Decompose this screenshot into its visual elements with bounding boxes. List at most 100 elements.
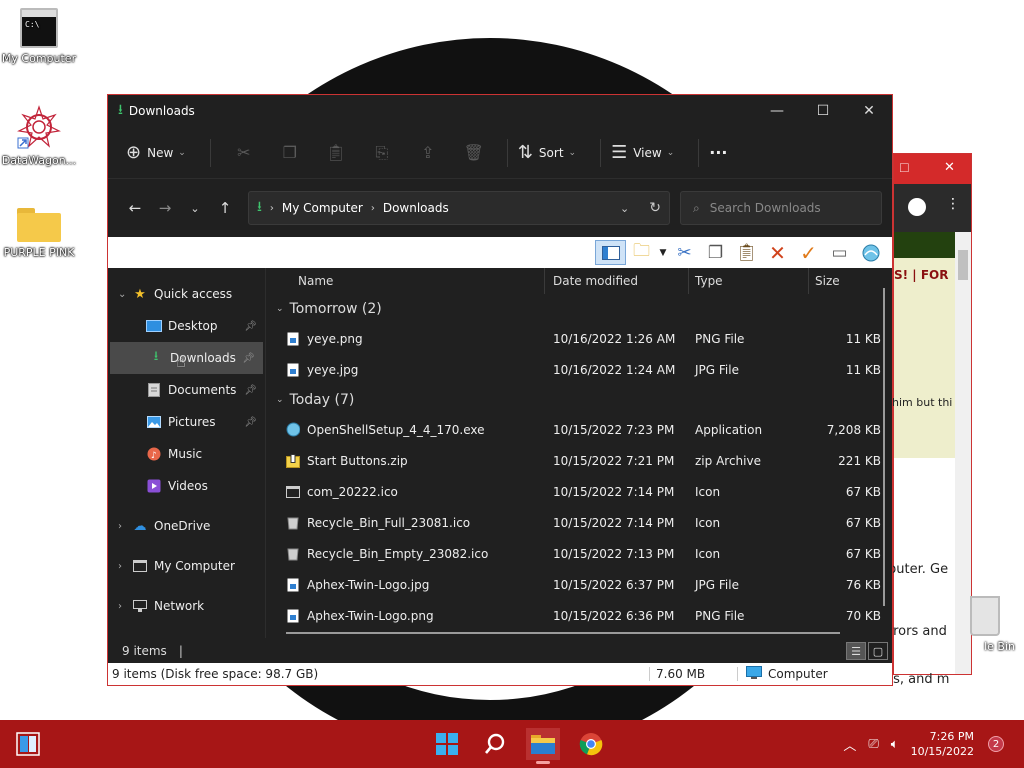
table-row[interactable]: OpenShellSetup_4_4_170.exe 10/15/2022 7:… xyxy=(266,414,892,445)
search-input[interactable]: ⌕ Search Downloads xyxy=(680,191,882,225)
copy-icon[interactable]: ❐ xyxy=(700,240,731,265)
sidebar-item-my-computer[interactable]: › My Computer xyxy=(108,550,265,582)
file-explorer-window[interactable]: ⭳ Downloads — ☐ ✕ ⊕ New ⌄ ✂ ❐ 📋︎ ⎘ ⇪ 🗑︎ … xyxy=(107,94,893,686)
column-header-date[interactable]: Date modified xyxy=(544,268,688,294)
table-row[interactable]: yeye.png 10/16/2022 1:26 AM PNG File 11 … xyxy=(266,323,892,354)
cut-icon[interactable]: ✂ xyxy=(669,240,700,265)
file-explorer-taskbar-button[interactable] xyxy=(526,728,560,764)
group-header-tomorrow[interactable]: ⌄ Tomorrow (2) xyxy=(266,294,892,323)
minimize-button[interactable]: — xyxy=(754,103,800,119)
up-arrow-icon[interactable]: ↑ xyxy=(210,199,240,217)
column-header-size[interactable]: Size xyxy=(808,268,884,294)
delete-x-icon[interactable]: ✕ xyxy=(762,240,793,265)
vertical-scrollbar[interactable] xyxy=(883,288,885,606)
clock[interactable]: 7:26 PM 10/15/2022 xyxy=(911,729,974,759)
file-list[interactable]: Name Date modified Type Size ⌄ Tomorrow … xyxy=(266,268,892,638)
sidebar-item-label: Pictures xyxy=(168,415,216,429)
notification-badge[interactable]: 2 xyxy=(988,736,1004,752)
horizontal-scrollbar[interactable] xyxy=(286,632,840,634)
shell-icon[interactable] xyxy=(855,240,886,265)
sidebar-item-onedrive[interactable]: › ☁ OneDrive xyxy=(108,510,265,542)
refresh-icon[interactable]: ↻ xyxy=(649,200,661,216)
volume-icon[interactable]: 🔈︎ xyxy=(891,737,899,752)
group-header-today[interactable]: ⌄ Today (7) xyxy=(266,385,892,414)
table-row[interactable]: yeye.jpg 10/16/2022 1:24 AM JPG File 11 … xyxy=(266,354,892,385)
sidebar-item-videos[interactable]: Videos xyxy=(108,470,265,502)
paste-icon[interactable]: 📋︎ xyxy=(731,240,762,265)
expand-chevron-icon[interactable]: › xyxy=(118,521,132,532)
expand-chevron-icon[interactable]: ⌄ xyxy=(118,289,132,300)
rename-icon[interactable]: ⎘ xyxy=(359,143,405,163)
maximize-button[interactable]: ☐ xyxy=(800,103,846,119)
breadcrumb-my-computer[interactable]: My Computer xyxy=(282,201,363,215)
divider xyxy=(600,138,602,167)
sidebar-item-desktop[interactable]: Desktop 📌︎ xyxy=(108,310,265,342)
chevron-up-icon[interactable]: ︿ xyxy=(843,735,856,754)
more-options-button[interactable]: ··· xyxy=(709,143,727,162)
sidebar-item-quick-access[interactable]: ⌄ ★ Quick access xyxy=(108,278,265,310)
breadcrumb-downloads[interactable]: Downloads xyxy=(383,201,449,215)
sidebar-item-music[interactable]: ♪ Music xyxy=(108,438,265,470)
cut-icon[interactable]: ✂ xyxy=(221,143,267,162)
menu-icon[interactable]: ⋮ xyxy=(946,196,960,212)
desktop-icon-purple-pink[interactable]: PURPLE PINK xyxy=(0,206,84,259)
table-row[interactable]: Start Buttons.zip 10/15/2022 7:21 PM zip… xyxy=(266,445,892,476)
profile-icon[interactable] xyxy=(908,198,926,216)
sidebar-item-pictures[interactable]: Pictures 📌︎ xyxy=(108,406,265,438)
table-row[interactable]: Recycle_Bin_Empty_23082.ico 10/15/2022 7… xyxy=(266,538,892,569)
sidebar-item-network[interactable]: › Network xyxy=(108,590,265,622)
navigation-pane[interactable]: ⌄ ★ Quick access Desktop 📌︎ ⭳ Downloads … xyxy=(108,268,266,638)
file-size: 11 KB xyxy=(845,362,881,377)
table-row[interactable]: Aphex-Twin-Logo.png 10/15/2022 6:36 PM P… xyxy=(266,600,892,631)
desktop-icon-my-computer[interactable]: C:\ My Computer xyxy=(0,8,84,65)
sidebar-item-documents[interactable]: Documents 📌︎ xyxy=(108,374,265,406)
close-icon[interactable]: ✕ xyxy=(944,160,955,175)
column-header-type[interactable]: Type xyxy=(688,268,808,294)
expand-chevron-icon[interactable]: › xyxy=(118,601,132,612)
address-bar[interactable]: ⭳ › My Computer › Downloads ⌄ ↻ xyxy=(248,191,670,225)
sidebar-item-label: Network xyxy=(154,599,205,613)
new-button[interactable]: ⊕ New ⌄ xyxy=(126,142,186,163)
expand-chevron-icon[interactable]: › xyxy=(118,561,132,572)
checkmark-icon[interactable]: ✓ xyxy=(793,240,824,265)
file-name: OpenShellSetup_4_4_170.exe xyxy=(307,422,485,437)
search-button[interactable] xyxy=(478,728,512,760)
properties-icon[interactable]: ▭ xyxy=(824,240,855,265)
folder-options-icon[interactable]: 🗀︎ xyxy=(626,240,657,265)
navigation-pane-icon[interactable] xyxy=(595,240,626,265)
column-header-name[interactable]: Name xyxy=(266,268,544,294)
table-row[interactable]: Recycle_Bin_Full_23081.ico 10/15/2022 7:… xyxy=(266,507,892,538)
maximize-icon[interactable]: ☐ xyxy=(899,161,910,175)
desktop-icon-recycle-bin[interactable]: le Bin xyxy=(955,596,1015,653)
forward-arrow-icon[interactable]: → xyxy=(150,199,180,217)
document-icon xyxy=(146,383,162,397)
desktop-icon-datawagon[interactable]: DataWagon... xyxy=(0,104,84,167)
windows-logo-button[interactable] xyxy=(430,728,464,760)
sort-button[interactable]: ⇅ Sort ⌄ xyxy=(518,142,576,163)
dropdown-arrow-icon[interactable]: ▼ xyxy=(657,240,669,265)
explorer-titlebar[interactable]: ⭳ Downloads — ☐ ✕ xyxy=(108,95,892,127)
table-row[interactable]: Aphex-Twin-Logo.jpg 10/15/2022 6:37 PM J… xyxy=(266,569,892,600)
close-button[interactable]: ✕ xyxy=(846,103,892,119)
file-type: JPG File xyxy=(695,362,739,377)
large-icons-view-icon[interactable]: ▢ xyxy=(868,642,888,660)
address-dropdown-icon[interactable]: ⌄ xyxy=(620,202,629,215)
paste-icon[interactable]: 📋︎ xyxy=(313,143,359,162)
sidebar-item-downloads[interactable]: ⭳ Downloads 📌︎ xyxy=(110,342,263,374)
file-type: zip Archive xyxy=(695,453,761,468)
delete-icon[interactable]: 🗑︎ xyxy=(451,143,497,162)
share-icon[interactable]: ⇪ xyxy=(405,143,451,162)
chrome-icon xyxy=(579,733,603,756)
copy-icon[interactable]: ❐ xyxy=(267,143,313,162)
image-file-icon xyxy=(286,577,300,592)
browser-text: puter. Ge xyxy=(888,562,949,577)
details-view-icon[interactable]: ☰ xyxy=(846,642,866,660)
chrome-taskbar-button[interactable] xyxy=(574,728,608,760)
table-row[interactable]: com_20222.ico 10/15/2022 7:14 PM Icon 67… xyxy=(266,476,892,507)
start-button[interactable] xyxy=(16,732,40,759)
view-button[interactable]: ☰ View ⌄ xyxy=(611,142,674,163)
back-arrow-icon[interactable]: ← xyxy=(120,199,150,217)
network-icon[interactable]: ⎚ xyxy=(868,737,878,752)
collapse-chevron-icon: ⌄ xyxy=(276,394,284,405)
recent-chevron-icon[interactable]: ⌄ xyxy=(180,202,210,215)
